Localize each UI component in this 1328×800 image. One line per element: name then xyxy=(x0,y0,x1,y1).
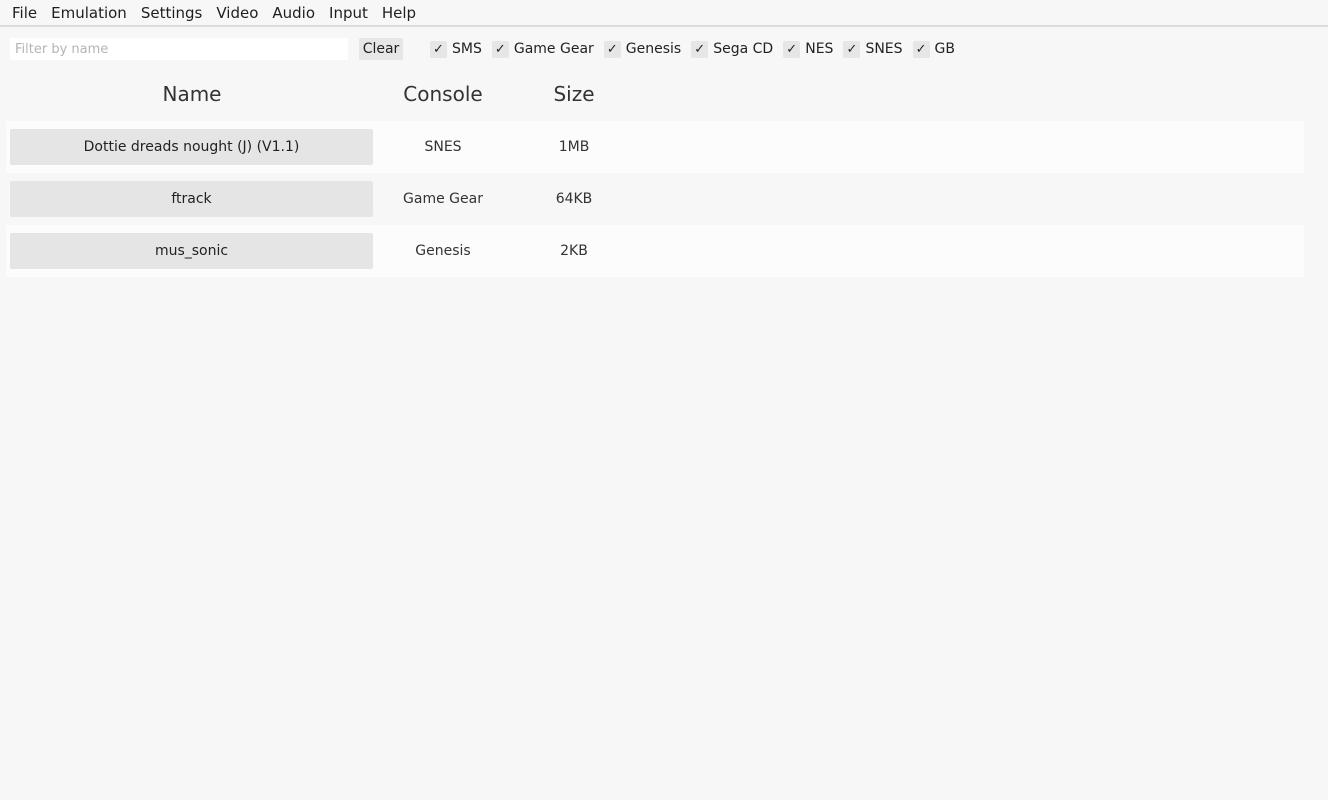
rom-console: Genesis xyxy=(415,243,471,259)
snes-label: SNES xyxy=(865,41,903,57)
console-filter-sms[interactable]: ✓ SMS xyxy=(430,40,482,58)
menu-video[interactable]: Video xyxy=(209,0,265,26)
gb-checkbox[interactable]: ✓ xyxy=(912,40,930,58)
game-gear-checkbox[interactable]: ✓ xyxy=(491,40,509,58)
snes-checkbox[interactable]: ✓ xyxy=(843,40,861,58)
genesis-checkbox[interactable]: ✓ xyxy=(603,40,621,58)
rom-size: 2KB xyxy=(560,243,588,259)
sms-checkbox[interactable]: ✓ xyxy=(430,40,447,58)
console-filter-nes[interactable]: ✓ NES xyxy=(783,40,834,58)
console-filter-genesis[interactable]: ✓ Genesis xyxy=(603,40,682,58)
clear-button[interactable]: Clear xyxy=(359,38,403,60)
menu-settings[interactable]: Settings xyxy=(134,0,210,26)
console-filter-snes[interactable]: ✓ SNES xyxy=(843,40,903,58)
sega-cd-label: Sega CD xyxy=(713,41,774,57)
rom-console: Game Gear xyxy=(403,191,483,207)
menu-audio[interactable]: Audio xyxy=(265,0,322,26)
menu-help[interactable]: Help xyxy=(375,0,423,26)
table-row: Dottie dreads nought (J) (V1.1) SNES 1MB xyxy=(6,121,1304,173)
gb-label: GB xyxy=(934,41,955,57)
sms-label: SMS xyxy=(452,41,482,57)
menu-file[interactable]: File xyxy=(5,0,44,26)
rom-name-button[interactable]: ftrack xyxy=(10,181,373,217)
rom-list: Dottie dreads nought (J) (V1.1) SNES 1MB… xyxy=(6,121,1304,277)
genesis-label: Genesis xyxy=(625,41,682,57)
rom-size: 64KB xyxy=(555,191,593,207)
sega-cd-checkbox[interactable]: ✓ xyxy=(691,40,709,58)
console-filter-gb[interactable]: ✓ GB xyxy=(912,40,955,58)
filter-bar: Clear ✓ SMS ✓ Game Gear ✓ Genesis ✓ Sega… xyxy=(0,34,1328,64)
table-row: ftrack Game Gear 64KB xyxy=(6,173,1304,225)
nes-label: NES xyxy=(805,41,834,57)
console-column-header[interactable]: Console xyxy=(380,82,506,106)
menu-emulation[interactable]: Emulation xyxy=(44,0,134,26)
filter-by-name-input[interactable] xyxy=(10,38,348,60)
console-filters: ✓ SMS ✓ Game Gear ✓ Genesis ✓ Sega CD ✓ … xyxy=(430,38,965,60)
size-column-header[interactable]: Size xyxy=(532,82,616,106)
rom-console: SNES xyxy=(424,139,462,155)
console-filter-sega-cd[interactable]: ✓ Sega CD xyxy=(691,40,774,58)
name-column-header[interactable]: Name xyxy=(110,82,274,106)
game-gear-label: Game Gear xyxy=(513,41,594,57)
nes-checkbox[interactable]: ✓ xyxy=(783,40,801,58)
rom-name-button[interactable]: mus_sonic xyxy=(10,233,373,269)
table-row: mus_sonic Genesis 2KB xyxy=(6,225,1304,277)
menu-input[interactable]: Input xyxy=(322,0,375,26)
menu-bar: File Emulation Settings Video Audio Inpu… xyxy=(0,0,1328,27)
console-filter-game-gear[interactable]: ✓ Game Gear xyxy=(491,40,594,58)
rom-size: 1MB xyxy=(558,139,590,155)
rom-name-button[interactable]: Dottie dreads nought (J) (V1.1) xyxy=(10,129,373,165)
